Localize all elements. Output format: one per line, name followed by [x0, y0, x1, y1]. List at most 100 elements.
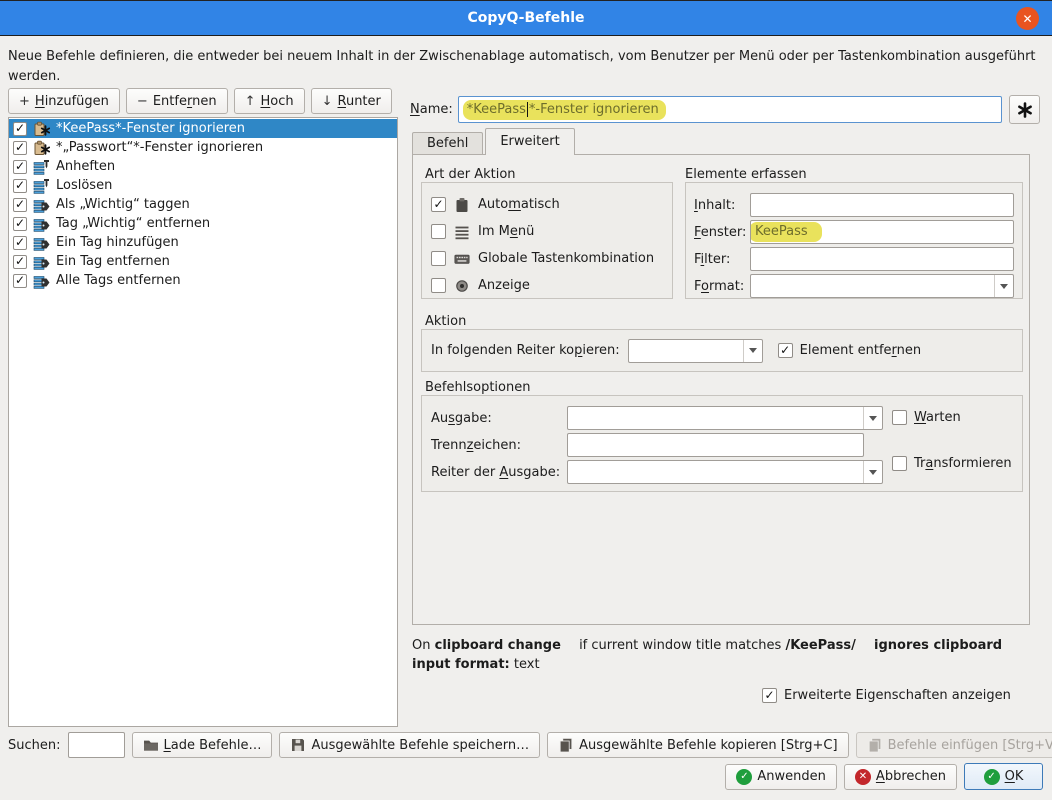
item-checkbox[interactable]: ✓ [13, 141, 27, 155]
remove-command-label: Entfernen [153, 94, 217, 109]
ok-button[interactable]: ✓ OK [964, 763, 1043, 790]
list-item-label: Ein Tag hinzufügen [56, 235, 179, 250]
list-item[interactable]: ✓ Tag „Wichtig“ entfernen [9, 214, 397, 233]
wait-checkbox[interactable] [892, 410, 907, 425]
chevron-down-icon [863, 461, 882, 483]
separator-input[interactable] [567, 433, 864, 457]
display-label: Anzeige [478, 278, 530, 293]
list-item[interactable]: ✓ Ein Tag entfernen [9, 252, 397, 271]
command-icon-button[interactable] [1009, 95, 1040, 124]
cancel-label: Abbrechen [876, 769, 946, 784]
list-item-label: Als „Wichtig“ taggen [56, 197, 190, 212]
tab-erweitert[interactable]: Erweitert [485, 128, 574, 155]
cancel-button[interactable]: ✕ Abbrechen [844, 764, 957, 790]
global-shortcut-label: Globale Tastenkombination [478, 251, 654, 266]
x-circle-icon: ✕ [855, 769, 871, 785]
wait-option[interactable]: Warten [892, 410, 961, 425]
output-combobox[interactable] [567, 406, 883, 430]
name-input[interactable]: *KeePass*-Fenster ignorieren [458, 96, 1002, 123]
move-down-label: Runter [338, 94, 381, 109]
list-tag-icon [33, 254, 50, 270]
command-toolbar: + Hinzufügen − Entfernen ↑ Hoch ↓ Runter [8, 88, 392, 114]
add-command-button[interactable]: + Hinzufügen [8, 88, 120, 114]
copy-selected-label: Ausgewählte Befehle kopieren [Strg+C] [579, 738, 837, 753]
item-checkbox[interactable]: ✓ [13, 255, 27, 269]
paste-commands-button[interactable]: Befehle einfügen [Strg+V] [856, 732, 1052, 758]
save-selected-button[interactable]: Ausgewählte Befehle speichern… [279, 732, 540, 758]
close-icon: ✕ [1022, 12, 1032, 26]
item-checkbox[interactable]: ✓ [13, 122, 27, 136]
apply-button[interactable]: ✓ Anwenden [725, 764, 837, 790]
remove-item-checkbox[interactable]: ✓ [778, 343, 793, 358]
folder-icon [143, 737, 159, 753]
list-item[interactable]: ✓ Anheften [9, 157, 397, 176]
list-pin-icon [33, 159, 50, 175]
item-checkbox[interactable]: ✓ [13, 160, 27, 174]
move-up-button[interactable]: ↑ Hoch [234, 88, 305, 114]
keyboard-icon [454, 251, 470, 267]
asterisk-icon [1016, 101, 1034, 119]
format-combobox[interactable] [750, 274, 1014, 298]
list-item-label: Anheften [56, 159, 115, 174]
display-option[interactable]: Anzeige [422, 272, 672, 299]
advanced-properties-option[interactable]: ✓ Erweiterte Eigenschaften anzeigen [762, 688, 1011, 703]
list-item-label: Loslösen [56, 178, 112, 193]
list-item[interactable]: ✓ *KeePass*-Fenster ignorieren [9, 119, 397, 138]
in-menu-checkbox[interactable] [431, 224, 446, 239]
ok-label: OK [1005, 769, 1024, 784]
list-item[interactable]: ✓ Als „Wichtig“ taggen [9, 195, 397, 214]
save-icon [290, 737, 306, 753]
erweitert-tab-panel: Art der Aktion ✓ Automatisch Im Menü Glo… [412, 154, 1030, 625]
copy-selected-button[interactable]: Ausgewählte Befehle kopieren [Strg+C] [547, 732, 848, 758]
list-item[interactable]: ✓ *„Passwort“*-Fenster ignorieren [9, 138, 397, 157]
window-input[interactable]: KeePass [750, 220, 1014, 244]
item-checkbox[interactable]: ✓ [13, 179, 27, 193]
item-checkbox[interactable]: ✓ [13, 274, 27, 288]
paste-commands-label: Befehle einfügen [Strg+V] [888, 738, 1052, 753]
remove-item-option[interactable]: ✓ Element entfernen [778, 343, 921, 358]
check-circle-icon: ✓ [736, 769, 752, 785]
move-down-button[interactable]: ↓ Runter [311, 88, 392, 114]
remove-command-button[interactable]: − Entfernen [126, 88, 228, 114]
list-item-label: Alle Tags entfernen [56, 273, 181, 288]
automatic-checkbox[interactable]: ✓ [431, 197, 446, 212]
advanced-properties-label: Erweiterte Eigenschaften anzeigen [784, 688, 1011, 703]
editor-tabs: Befehl Erweitert [412, 128, 577, 155]
list-item[interactable]: ✓ Ein Tag hinzufügen [9, 233, 397, 252]
transform-option[interactable]: Transformieren [892, 456, 1012, 471]
content-input[interactable] [750, 193, 1014, 217]
command-list[interactable]: ✓ *KeePass*-Fenster ignorieren ✓ *„Passw… [8, 117, 398, 727]
name-label: Name: [410, 102, 453, 117]
separator-field-row: Trennzeichen: [431, 433, 864, 457]
window-value-highlight: KeePass [750, 222, 822, 242]
display-checkbox[interactable] [431, 278, 446, 293]
transform-checkbox[interactable] [892, 456, 907, 471]
automatic-option[interactable]: ✓ Automatisch [422, 191, 672, 218]
filter-label: Filter: [694, 252, 750, 267]
copy-to-tab-combobox[interactable] [628, 339, 763, 363]
list-tag-icon [33, 216, 50, 232]
load-commands-button[interactable]: Lade Befehle… [132, 732, 273, 758]
global-shortcut-checkbox[interactable] [431, 251, 446, 266]
list-item[interactable]: ✓ Loslösen [9, 176, 397, 195]
in-menu-option[interactable]: Im Menü [422, 218, 672, 245]
item-checkbox[interactable]: ✓ [13, 217, 27, 231]
minus-icon: − [137, 94, 148, 109]
close-button[interactable]: ✕ [1016, 7, 1039, 30]
list-item[interactable]: ✓ Alle Tags entfernen [9, 271, 397, 290]
output-tab-combobox[interactable] [567, 460, 883, 484]
search-input[interactable] [68, 732, 125, 758]
item-checkbox[interactable]: ✓ [13, 198, 27, 212]
tab-befehl[interactable]: Befehl [412, 132, 483, 155]
remove-item-label: Element entfernen [800, 343, 921, 358]
global-shortcut-option[interactable]: Globale Tastenkombination [422, 245, 672, 272]
item-checkbox[interactable]: ✓ [13, 236, 27, 250]
filter-input[interactable] [750, 247, 1014, 271]
separator-label: Trennzeichen: [431, 438, 567, 453]
name-row: Name: *KeePass*-Fenster ignorieren [410, 95, 1040, 124]
window-field-row: Fenster: KeePass [694, 220, 1014, 244]
advanced-properties-checkbox[interactable]: ✓ [762, 688, 777, 703]
arrow-up-icon: ↑ [245, 94, 256, 109]
text-cursor [527, 102, 528, 117]
action-type-group: ✓ Automatisch Im Menü Globale Tastenkomb… [421, 182, 673, 299]
